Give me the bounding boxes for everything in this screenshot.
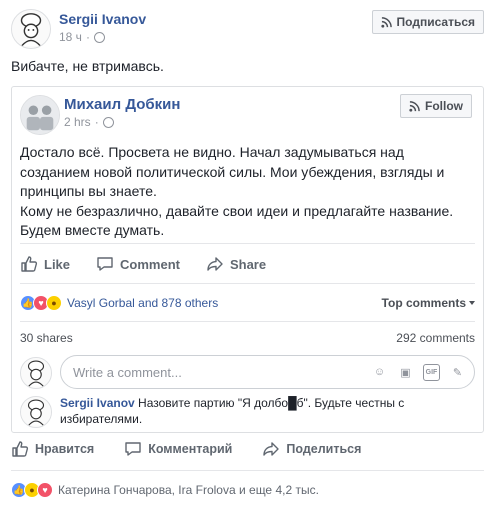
- share-label: Share: [229, 256, 267, 272]
- post-header: Sergii Ivanov 18 ч · Подписаться: [11, 9, 484, 49]
- like-button[interactable]: Нравится: [11, 440, 94, 458]
- comment-body: Sergii Ivanov Назовите партию "Я долбо█б…: [60, 396, 470, 427]
- shared-post-text: Достало всё. Просвета не видно. Начал за…: [20, 143, 475, 241]
- avatar[interactable]: [20, 396, 52, 428]
- rss-icon: [409, 100, 420, 112]
- divider: [20, 321, 475, 322]
- top-comments-dropdown[interactable]: Top comments: [382, 296, 475, 310]
- globe-icon: [102, 116, 114, 128]
- avatar[interactable]: [11, 9, 51, 49]
- post-reactions-text[interactable]: Катерина Гончарова, Ira Frolova и еще 4,…: [58, 483, 319, 497]
- comment-label: Comment: [120, 256, 180, 272]
- chef-avatar-icon: [12, 10, 50, 48]
- follow-label: Follow: [425, 99, 463, 113]
- comment-icon: [125, 442, 141, 456]
- comment-placeholder: Write a comment...: [73, 364, 182, 380]
- comment-label: Комментарий: [148, 442, 233, 456]
- divider: [11, 470, 484, 471]
- subscribe-button[interactable]: Подписаться: [371, 10, 484, 34]
- post-text: Вибачте, не втримавсь.: [11, 58, 164, 74]
- shared-paragraph: Достало всё. Просвета не видно. Начал за…: [20, 144, 445, 199]
- shared-meta: 2 hrs ·: [64, 115, 114, 129]
- divider: [20, 243, 475, 244]
- rss-icon: [380, 16, 392, 28]
- like-label: Like: [44, 256, 71, 272]
- shared-action-bar: Like Comment Share: [20, 255, 475, 273]
- post-action-bar: Нравится Комментарий Поделиться: [11, 440, 391, 458]
- emoji-icon[interactable]: ☺: [371, 364, 388, 381]
- like-button[interactable]: Like: [20, 255, 70, 273]
- like-label: Нравится: [35, 442, 95, 456]
- shared-paragraph: Кому не безразлично, давайте свои идеи и…: [20, 202, 454, 239]
- love-reaction-icon[interactable]: ♥: [37, 482, 53, 498]
- share-icon: [207, 257, 223, 271]
- comment-input[interactable]: Write a comment... ☺ ▣ GIF ✎: [60, 355, 475, 389]
- shared-post-card: Михаил Добкин 2 hrs · Follow Достало всё…: [11, 86, 484, 433]
- gif-icon[interactable]: GIF: [423, 363, 440, 381]
- shares-count[interactable]: 30 shares: [20, 331, 73, 345]
- follow-button[interactable]: Follow: [400, 94, 472, 118]
- post-meta: 18 ч ·: [59, 30, 105, 44]
- share-button[interactable]: Поделиться: [262, 440, 361, 458]
- thumbs-up-icon: [21, 256, 38, 272]
- profile-photo-icon: [21, 96, 59, 134]
- avatar: [20, 357, 52, 389]
- facebook-post: Sergii Ivanov 18 ч · Подписаться Вибачте…: [0, 0, 494, 507]
- shared-author-name[interactable]: Михаил Добкин: [64, 96, 180, 113]
- thumbs-up-icon: [12, 441, 29, 457]
- share-icon: [263, 442, 280, 456]
- reactions-summary: 👍 ♥ ● Vasyl Gorbal and 878 others Top co…: [20, 293, 475, 313]
- reactions-text[interactable]: Vasyl Gorbal and 878 others: [67, 296, 218, 310]
- sticker-icon[interactable]: ✎: [449, 364, 466, 381]
- divider: [20, 283, 475, 284]
- share-button[interactable]: Share: [206, 255, 266, 273]
- comment-icon: [97, 257, 113, 271]
- comment-button[interactable]: Comment: [96, 255, 180, 273]
- wow-reaction-icon[interactable]: ●: [46, 295, 62, 311]
- camera-icon[interactable]: ▣: [397, 364, 414, 381]
- top-comments-label: Top comments: [381, 296, 466, 310]
- globe-icon: [93, 31, 105, 43]
- chef-avatar-icon: [21, 397, 51, 427]
- shared-time[interactable]: 2 hrs: [64, 115, 91, 129]
- subscribe-label: Подписаться: [396, 15, 475, 29]
- chef-avatar-icon: [21, 358, 51, 388]
- post-reactions-summary: 👍 ● ♥ Катерина Гончарова, Ira Frolova и …: [11, 482, 319, 498]
- post-time[interactable]: 18 ч: [59, 30, 82, 44]
- comment-button[interactable]: Комментарий: [124, 440, 232, 458]
- comment-author[interactable]: Sergii Ivanov: [60, 396, 135, 410]
- avatar[interactable]: [20, 95, 60, 135]
- comment-composer: Write a comment... ☺ ▣ GIF ✎: [20, 355, 475, 389]
- caret-down-icon: [469, 301, 475, 305]
- comments-count[interactable]: 292 comments: [396, 331, 475, 345]
- share-label: Поделиться: [286, 442, 362, 456]
- post-author-name[interactable]: Sergii Ivanov: [59, 11, 146, 27]
- counts-row: 30 shares 292 comments: [20, 331, 475, 345]
